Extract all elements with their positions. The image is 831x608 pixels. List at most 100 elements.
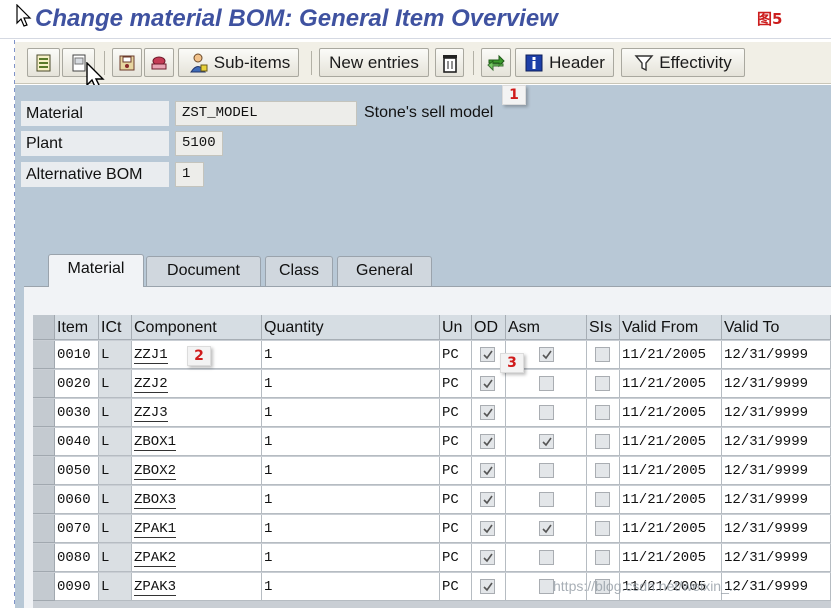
od-checkbox[interactable] (480, 463, 495, 478)
table-cell-item[interactable]: 0050 (55, 457, 99, 485)
table-cell-item[interactable]: 0040 (55, 428, 99, 456)
sis-checkbox[interactable] (595, 463, 610, 478)
column-header-quantity[interactable]: Quantity (262, 315, 440, 340)
asm-checkbox[interactable] (539, 521, 554, 536)
table-cell-valid-to[interactable]: 12/31/9999 (722, 370, 831, 398)
alt-bom-field[interactable]: 1 (175, 162, 204, 187)
row-selector[interactable] (33, 515, 55, 543)
sub-items-button[interactable]: Sub-items (178, 48, 299, 77)
table-cell-ict[interactable]: L (99, 341, 132, 369)
column-header-component[interactable]: Component (132, 315, 262, 340)
od-checkbox[interactable] (480, 521, 495, 536)
table-cell-quantity[interactable]: 1 (262, 544, 440, 572)
table-cell-valid-from[interactable]: 11/21/2005 (620, 515, 722, 543)
row-selector[interactable] (33, 370, 55, 398)
table-cell-un[interactable]: PC (440, 544, 472, 572)
row-selector[interactable] (33, 544, 55, 572)
od-checkbox[interactable] (480, 492, 495, 507)
sis-checkbox[interactable] (595, 376, 610, 391)
table-cell-ict[interactable]: L (99, 457, 132, 485)
od-checkbox[interactable] (480, 579, 495, 594)
table-cell-un[interactable]: PC (440, 370, 472, 398)
column-header-od[interactable]: OD (472, 315, 506, 340)
column-header-un[interactable]: Un (440, 315, 472, 340)
effectivity-button[interactable]: Effectivity (621, 48, 745, 77)
od-checkbox[interactable] (480, 347, 495, 362)
table-cell-component[interactable]: ZPAK2 (132, 544, 262, 572)
od-checkbox[interactable] (480, 434, 495, 449)
delete-button[interactable] (435, 48, 464, 77)
table-cell-ict[interactable]: L (99, 370, 132, 398)
table-cell-valid-from[interactable]: 11/21/2005 (620, 370, 722, 398)
print-button[interactable] (144, 48, 174, 77)
od-checkbox[interactable] (480, 405, 495, 420)
table-cell-ict[interactable]: L (99, 544, 132, 572)
table-cell-component[interactable]: ZZJ2 (132, 370, 262, 398)
column-header-valid-to[interactable]: Valid To (722, 315, 831, 340)
table-cell-ict[interactable]: L (99, 428, 132, 456)
table-cell-ict[interactable]: L (99, 399, 132, 427)
table-cell-valid-to[interactable]: 12/31/9999 (722, 399, 831, 427)
sis-checkbox[interactable] (595, 550, 610, 565)
od-checkbox[interactable] (480, 550, 495, 565)
table-cell-item[interactable]: 0070 (55, 515, 99, 543)
table-cell-item[interactable]: 0010 (55, 341, 99, 369)
select-all-cell[interactable] (33, 315, 55, 340)
table-cell-un[interactable]: PC (440, 573, 472, 601)
table-cell-item[interactable]: 0030 (55, 399, 99, 427)
table-cell-quantity[interactable]: 1 (262, 370, 440, 398)
table-cell-valid-to[interactable]: 12/31/9999 (722, 515, 831, 543)
asm-checkbox[interactable] (539, 579, 554, 594)
table-cell-component[interactable]: ZPAK3 (132, 573, 262, 601)
column-header-ict[interactable]: ICt (99, 315, 132, 340)
table-cell-quantity[interactable]: 1 (262, 573, 440, 601)
table-cell-un[interactable]: PC (440, 399, 472, 427)
tab-general[interactable]: General (337, 256, 432, 286)
plant-field[interactable]: 5100 (175, 131, 223, 156)
row-selector[interactable] (33, 399, 55, 427)
table-cell-item[interactable]: 0060 (55, 486, 99, 514)
table-cell-un[interactable]: PC (440, 457, 472, 485)
table-cell-valid-to[interactable]: 12/31/9999 (722, 544, 831, 572)
asm-checkbox[interactable] (539, 550, 554, 565)
row-selector[interactable] (33, 428, 55, 456)
table-cell-valid-to[interactable]: 12/31/9999 (722, 486, 831, 514)
table-cell-component[interactable]: ZBOX2 (132, 457, 262, 485)
material-field[interactable]: ZST_MODEL (175, 101, 357, 126)
table-cell-item[interactable]: 0020 (55, 370, 99, 398)
sis-checkbox[interactable] (595, 347, 610, 362)
tab-class[interactable]: Class (265, 256, 333, 286)
column-header-sis[interactable]: SIs (587, 315, 620, 340)
table-cell-component[interactable]: ZPAK1 (132, 515, 262, 543)
table-cell-un[interactable]: PC (440, 486, 472, 514)
table-cell-item[interactable]: 0090 (55, 573, 99, 601)
table-cell-valid-from[interactable]: 11/21/2005 (620, 457, 722, 485)
table-cell-ict[interactable]: L (99, 515, 132, 543)
table-cell-ict[interactable]: L (99, 486, 132, 514)
table-cell-un[interactable]: PC (440, 428, 472, 456)
row-selector[interactable] (33, 457, 55, 485)
display-change-button[interactable] (27, 48, 60, 77)
header-button[interactable]: Header (515, 48, 614, 77)
row-selector[interactable] (33, 341, 55, 369)
table-cell-component[interactable]: ZBOX1 (132, 428, 262, 456)
table-cell-component[interactable]: ZZJ3 (132, 399, 262, 427)
table-cell-quantity[interactable]: 1 (262, 515, 440, 543)
refresh-button[interactable] (481, 48, 511, 77)
table-cell-quantity[interactable]: 1 (262, 428, 440, 456)
column-header-item[interactable]: Item (55, 315, 99, 340)
table-cell-un[interactable]: PC (440, 515, 472, 543)
table-cell-quantity[interactable]: 1 (262, 457, 440, 485)
sis-checkbox[interactable] (595, 405, 610, 420)
table-cell-ict[interactable]: L (99, 573, 132, 601)
tab-document[interactable]: Document (146, 256, 261, 286)
sis-checkbox[interactable] (595, 434, 610, 449)
table-cell-valid-from[interactable]: 11/21/2005 (620, 399, 722, 427)
sis-checkbox[interactable] (595, 521, 610, 536)
table-cell-component[interactable]: ZBOX3 (132, 486, 262, 514)
table-cell-item[interactable]: 0080 (55, 544, 99, 572)
table-cell-valid-to[interactable]: 12/31/9999 (722, 457, 831, 485)
table-cell-quantity[interactable]: 1 (262, 341, 440, 369)
asm-checkbox[interactable] (539, 434, 554, 449)
item-button[interactable] (112, 48, 142, 77)
